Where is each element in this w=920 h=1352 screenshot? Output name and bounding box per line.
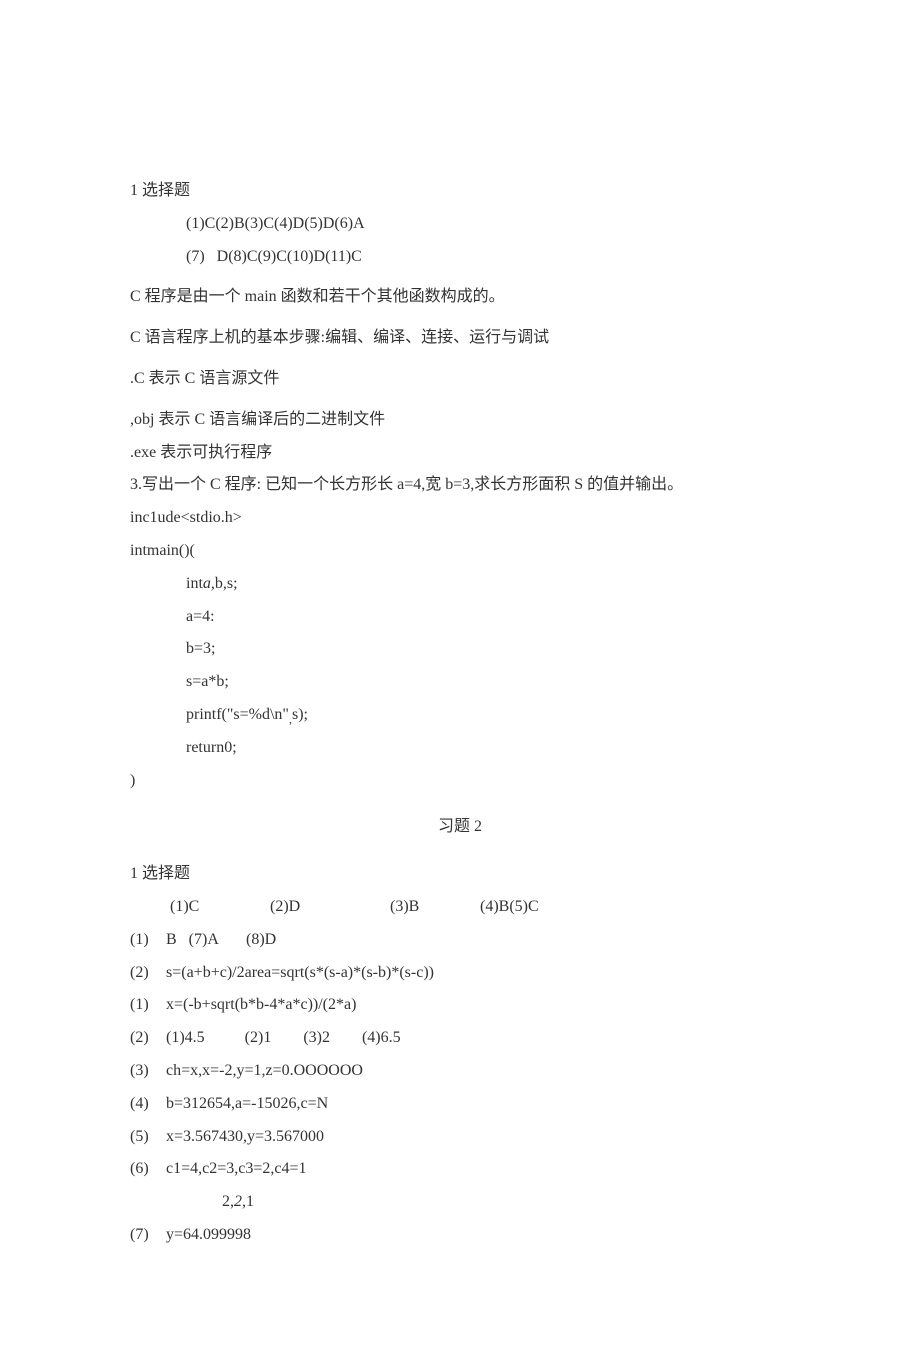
- list-number: (5): [130, 1121, 166, 1154]
- section-2-heading: 习题 2: [130, 811, 790, 844]
- list-text: s=(a+b+c)/2area=sqrt(s*(s-a)*(s-b)*(s-c)…: [166, 957, 790, 990]
- paragraph-4: ,obj 表示 C 语言编译后的二进制文件: [130, 404, 790, 437]
- code-line-8: ): [130, 765, 790, 798]
- list-item: (3) ch=x,x=-2,y=1,z=0.OOOOOO: [130, 1055, 790, 1088]
- list-text: b=312654,a=-15026,c=N: [166, 1088, 790, 1121]
- code-token: s);: [292, 706, 308, 723]
- list-item: (2) (1)4.5 (2)1 (3)2 (4)6.5: [130, 1022, 790, 1055]
- list-number: (3): [130, 1055, 166, 1088]
- text-token: 1: [246, 1193, 254, 1210]
- code-line-5: s=a*b;: [130, 666, 790, 699]
- list-item: (5) x=3.567430,y=3.567000: [130, 1121, 790, 1154]
- list-text: B (7)A (8)D: [166, 924, 790, 957]
- list-number: (2): [130, 1022, 166, 1055]
- section1-title: 1 选择题: [130, 175, 790, 208]
- list-item: (4) b=312654,a=-15026,c=N: [130, 1088, 790, 1121]
- list-subline: 2,2,1: [130, 1186, 790, 1219]
- code-line-7: return0;: [130, 732, 790, 765]
- section2-title: 1 选择题: [130, 858, 790, 891]
- options-row: (1)C (2)D (3)B (4)B(5)C: [130, 891, 790, 924]
- list-number: (7): [130, 1219, 166, 1252]
- option-1: (1)C: [170, 891, 270, 924]
- option-4: (4)B(5)C: [480, 891, 539, 924]
- code-token: printf("s=%d\n": [186, 706, 289, 723]
- code-line-2: inta,b,s;: [130, 568, 790, 601]
- list-item: (2) s=(a+b+c)/2area=sqrt(s*(s-a)*(s-b)*(…: [130, 957, 790, 990]
- paragraph-3: .C 表示 C 语言源文件: [130, 363, 790, 396]
- list-item: (6) c1=4,c2=3,c3=2,c4=1: [130, 1153, 790, 1186]
- list-number: (4): [130, 1088, 166, 1121]
- section-2: 1 选择题 (1)C (2)D (3)B (4)B(5)C (1) B (7)A…: [130, 858, 790, 1252]
- list-text: ch=x,x=-2,y=1,z=0.OOOOOO: [166, 1055, 790, 1088]
- code-line-3: a=4:: [130, 601, 790, 634]
- list-number: (6): [130, 1153, 166, 1186]
- text-token: 2,: [222, 1193, 234, 1210]
- list-number: (1): [130, 989, 166, 1022]
- code-token: int: [186, 575, 203, 592]
- answers-row-2: (7) D(8)C(9)C(10)D(11)C: [130, 241, 790, 274]
- list-text: x=(-b+sqrt(b*b-4*a*c))/(2*a): [166, 989, 790, 1022]
- paragraph-2: C 语言程序上机的基本步骤:编辑、编译、连接、运行与调试: [130, 322, 790, 355]
- code-token: b,s;: [215, 575, 238, 592]
- answers-row-1: (1)C(2)B(3)C(4)D(5)D(6)A: [130, 208, 790, 241]
- code-token-italic: a,: [203, 575, 215, 592]
- code-line-6: printf("s=%d\n",s);: [130, 699, 790, 732]
- list-number: (2): [130, 957, 166, 990]
- question-3: 3.写出一个 C 程序: 已知一个长方形长 a=4,宽 b=3,求长方形面积 S…: [130, 469, 790, 535]
- list-text: y=64.099998: [166, 1219, 790, 1252]
- list-text: c1=4,c2=3,c3=2,c4=1: [166, 1153, 790, 1186]
- list-item: (1) x=(-b+sqrt(b*b-4*a*c))/(2*a): [130, 989, 790, 1022]
- paragraph-1: C 程序是由一个 main 函数和若干个其他函数构成的。: [130, 281, 790, 314]
- code-line-1: intmain()(: [130, 535, 790, 568]
- text-token-italic: 2,: [234, 1193, 246, 1210]
- option-3: (3)B: [390, 891, 480, 924]
- list-item: (7) y=64.099998: [130, 1219, 790, 1252]
- list-text: x=3.567430,y=3.567000: [166, 1121, 790, 1154]
- list-number: (1): [130, 924, 166, 957]
- paragraph-5: .exe 表示可执行程序: [130, 437, 790, 470]
- list-text: (1)4.5 (2)1 (3)2 (4)6.5: [166, 1022, 790, 1055]
- code-line-4: b=3;: [130, 633, 790, 666]
- option-2: (2)D: [270, 891, 390, 924]
- section-1: 1 选择题 (1)C(2)B(3)C(4)D(5)D(6)A (7) D(8)C…: [130, 175, 790, 797]
- list-item: (1) B (7)A (8)D: [130, 924, 790, 957]
